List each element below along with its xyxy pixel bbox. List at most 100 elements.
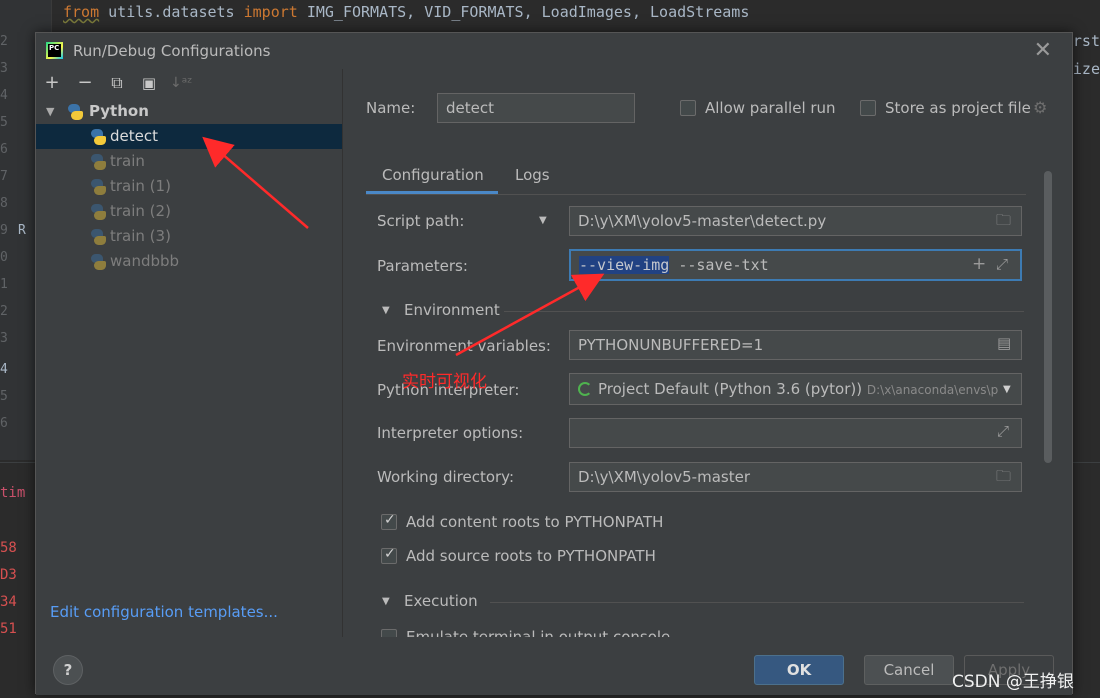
- content-roots-label[interactable]: Add content roots to PYTHONPATH: [406, 513, 663, 531]
- python-icon: [90, 154, 106, 170]
- env-vars-label: Environment variables:: [377, 337, 551, 355]
- help-button[interactable]: ?: [53, 655, 83, 685]
- env-vars-input[interactable]: PYTHONUNBUFFERED=1: [569, 330, 1022, 360]
- tree-item-train-1[interactable]: train (1): [36, 174, 342, 199]
- selected-parameter-text: --view-img: [579, 256, 670, 274]
- python-icon: [90, 254, 106, 270]
- interpreter-select[interactable]: Project Default (Python 3.6 (pytor)) D:\…: [569, 373, 1022, 405]
- chevron-down-icon[interactable]: ▼: [1003, 384, 1011, 395]
- output-line: 58: [0, 540, 17, 556]
- source-roots-label[interactable]: Add source roots to PYTHONPATH: [406, 547, 656, 565]
- configurations-sidebar: + − ⧉ ▣ ↓ᵃᶻ ▼ Python detect train train …: [36, 69, 343, 637]
- configuration-editor: Name: detect Allow parallel run Store as…: [344, 69, 1072, 637]
- sort-configurations-button[interactable]: ↓ᵃᶻ: [170, 75, 192, 91]
- emulate-terminal-label[interactable]: Emulate terminal in output console: [406, 628, 670, 637]
- output-line: D3: [0, 567, 17, 583]
- watermark: CSDN @王挣银: [952, 672, 1074, 692]
- python-icon: [90, 129, 106, 145]
- dialog-title: Run/Debug Configurations: [73, 42, 271, 60]
- tree-group-python[interactable]: ▼ Python: [36, 99, 342, 124]
- sidebar-toolbar: + − ⧉ ▣ ↓ᵃᶻ: [36, 69, 342, 99]
- tab-configuration[interactable]: Configuration: [382, 166, 484, 184]
- line-number: 1: [0, 277, 8, 292]
- tree-item-label: train: [110, 152, 145, 170]
- run-gutter-marker: R: [18, 223, 26, 238]
- line-number: 8: [0, 196, 8, 211]
- allow-parallel-checkbox[interactable]: [680, 100, 696, 116]
- interpreter-value: Project Default (Python 3.6 (pytor)): [598, 380, 863, 398]
- execution-section-title[interactable]: Execution: [404, 592, 478, 610]
- annotation-label: 实时可视化: [402, 372, 487, 392]
- line-number: 4: [0, 88, 8, 103]
- tree-group-label: Python: [89, 102, 149, 120]
- working-dir-input[interactable]: D:\y\XM\yolov5-master: [569, 462, 1022, 492]
- python-icon: [90, 179, 106, 195]
- section-divider: [504, 311, 1024, 312]
- name-label: Name:: [366, 99, 416, 117]
- chevron-down-icon[interactable]: ▼: [46, 99, 54, 124]
- parameters-input[interactable]: --view-img --save-txt: [569, 249, 1022, 281]
- working-dir-label: Working directory:: [377, 468, 515, 486]
- tree-item-train-3[interactable]: train (3): [36, 224, 342, 249]
- line-number: 6: [0, 416, 8, 431]
- loading-spinner-icon: [578, 382, 592, 396]
- ok-button[interactable]: OK: [754, 655, 844, 685]
- emulate-terminal-checkbox[interactable]: [381, 629, 397, 637]
- line-number: 2: [0, 304, 8, 319]
- content-roots-checkbox[interactable]: [381, 512, 397, 530]
- name-input[interactable]: detect: [437, 93, 635, 123]
- close-icon[interactable]: ✕: [1034, 38, 1052, 63]
- remove-configuration-button[interactable]: −: [74, 72, 96, 93]
- expand-icon[interactable]: ⤢: [997, 422, 1009, 440]
- gear-icon[interactable]: ⚙: [1033, 98, 1047, 117]
- chevron-down-icon[interactable]: ▼: [382, 305, 390, 316]
- document-icon[interactable]: ▤: [997, 334, 1011, 352]
- script-path-label: Script path:: [377, 212, 465, 230]
- line-number: 7: [0, 169, 8, 184]
- tree-item-detect[interactable]: detect: [36, 124, 342, 149]
- store-project-checkbox[interactable]: [860, 100, 876, 116]
- output-line: 34: [0, 594, 17, 610]
- line-number: 4: [0, 362, 8, 377]
- python-icon: [67, 104, 83, 120]
- dialog-titlebar: PC Run/Debug Configurations ✕: [36, 33, 1072, 69]
- line-number: 6: [0, 142, 8, 157]
- cancel-button[interactable]: Cancel: [864, 655, 954, 685]
- add-configuration-button[interactable]: +: [41, 72, 63, 93]
- line-number: 3: [0, 61, 8, 76]
- store-project-label[interactable]: Store as project file: [885, 99, 1031, 117]
- allow-parallel-label[interactable]: Allow parallel run: [705, 99, 836, 117]
- plus-icon[interactable]: +: [972, 254, 986, 274]
- python-icon: [90, 229, 106, 245]
- configurations-tree: ▼ Python detect train train (1) train (2…: [36, 99, 342, 274]
- dialog-footer: ? OK Cancel Apply: [36, 637, 1072, 695]
- environment-section-title[interactable]: Environment: [404, 301, 500, 319]
- move-to-folder-button[interactable]: ▣: [138, 74, 160, 92]
- edit-templates-link[interactable]: Edit configuration templates...: [50, 603, 278, 621]
- folder-icon[interactable]: 🗀: [996, 466, 1011, 491]
- interp-options-input[interactable]: [569, 418, 1022, 448]
- expand-icon[interactable]: ⤢: [996, 255, 1008, 273]
- tree-item-train-2[interactable]: train (2): [36, 199, 342, 224]
- line-number: 9: [0, 223, 8, 238]
- scrollbar[interactable]: [1044, 171, 1052, 463]
- line-number: 5: [0, 389, 8, 404]
- line-number: 2: [0, 34, 8, 49]
- folder-icon[interactable]: 🗀: [996, 210, 1011, 235]
- tab-logs[interactable]: Logs: [515, 166, 550, 184]
- run-debug-configurations-dialog: PC Run/Debug Configurations ✕ + − ⧉ ▣ ↓ᵃ…: [35, 32, 1073, 695]
- python-icon: [90, 204, 106, 220]
- tree-item-wandbbb[interactable]: wandbbb: [36, 249, 342, 274]
- tree-item-label: train (3): [110, 227, 171, 245]
- copy-configuration-button[interactable]: ⧉: [106, 73, 128, 93]
- script-path-input[interactable]: D:\y\XM\yolov5-master\detect.py: [569, 206, 1022, 236]
- tree-item-label: wandbbb: [110, 252, 180, 270]
- source-roots-checkbox[interactable]: [381, 546, 397, 564]
- tree-item-train[interactable]: train: [36, 149, 342, 174]
- parameter-text: --save-txt: [669, 256, 769, 274]
- tree-item-label: detect: [110, 127, 158, 145]
- line-number: 0: [0, 250, 8, 265]
- chevron-down-icon[interactable]: ▼: [539, 215, 547, 226]
- interp-options-label: Interpreter options:: [377, 424, 524, 442]
- chevron-down-icon[interactable]: ▼: [382, 596, 390, 607]
